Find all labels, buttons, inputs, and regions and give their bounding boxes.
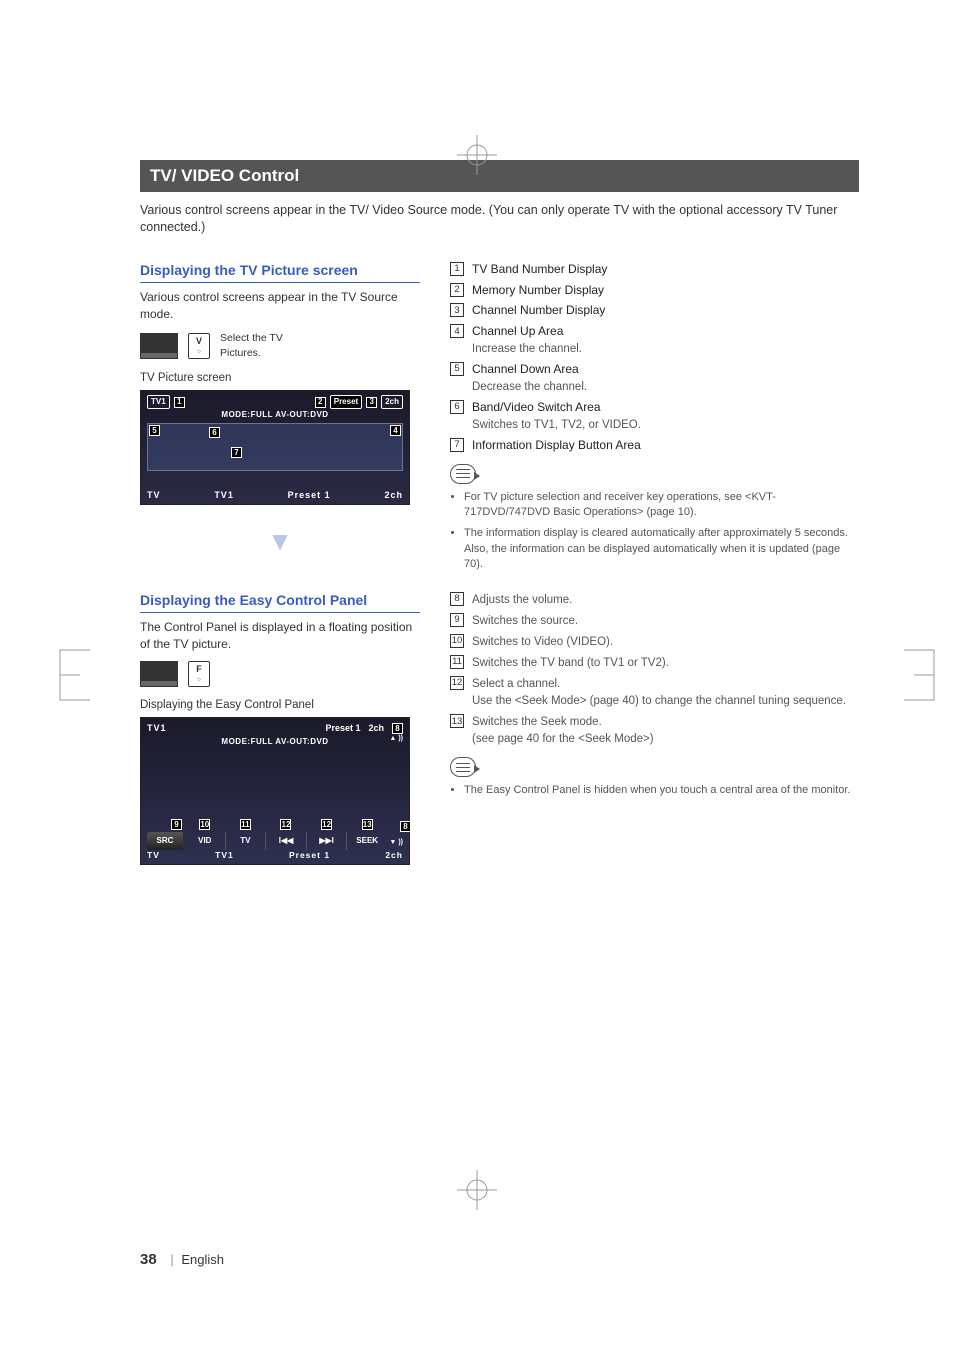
ss-bottom-preset: Preset 1 — [288, 489, 331, 502]
monitor-icon-2 — [140, 661, 178, 687]
crop-mark-top — [457, 135, 497, 175]
ss2-bot-ch: 2ch — [385, 850, 403, 862]
item13-title: Switches the Seek mode. — [472, 716, 602, 728]
callout-11-icon: 11 — [240, 819, 251, 830]
ss-touch-area — [147, 423, 403, 471]
ss2-bot-preset: Preset 1 — [289, 850, 330, 862]
step-text-line2: Pictures. — [220, 346, 283, 361]
item12-title: Select a channel. — [472, 678, 560, 690]
intro-text: Various control screens appear in the TV… — [140, 202, 859, 237]
item10-title: Switches to Video (VIDEO). — [472, 636, 613, 648]
callout-list-1: 1TV Band Number Display 2Memory Number D… — [450, 261, 859, 579]
item7-title: Information Display Button Area — [472, 438, 641, 452]
callout-4-icon: 4 — [390, 425, 401, 436]
ss-bottom-tv: TV — [147, 489, 161, 502]
v-button-icon: V○ — [188, 333, 210, 359]
info-icon-2 — [450, 757, 476, 777]
item4-sub: Increase the channel. — [472, 343, 582, 355]
item9-title: Switches the source. — [472, 615, 578, 627]
ss-mode-line: MODE:FULL AV-OUT:DVD — [221, 409, 328, 420]
screenshot2-caption: Displaying the Easy Control Panel — [140, 697, 420, 713]
callout-6-icon: 6 — [209, 427, 220, 438]
ss2-src-btn: SRC — [147, 832, 183, 850]
section-easy-control: Displaying the Easy Control Panel The Co… — [140, 591, 420, 865]
ss2-vid-btn: VID — [198, 835, 211, 846]
easy-control-screenshot: TV1 Preset 1 2ch 8 MODE:FULL AV-OUT:DVD … — [140, 717, 410, 865]
ss2-top-ch: 2ch — [368, 722, 384, 735]
ss-preset-label: Preset — [330, 395, 362, 408]
section-header: TV/ VIDEO Control — [140, 160, 859, 192]
item4-title: Channel Up Area — [472, 324, 563, 338]
crop-mark-left — [55, 645, 95, 705]
note1-bullet1: For TV picture selection and receiver ke… — [464, 490, 859, 521]
callout-8a-icon: 8 — [392, 723, 403, 734]
note1-bullet2: The information display is cleared autom… — [464, 526, 859, 572]
ss2-top-preset: Preset 1 — [325, 722, 360, 735]
ss2-vol-up: ▲ )) — [389, 734, 403, 744]
callout-12b-icon: 12 — [321, 819, 332, 830]
callout-10-icon: 10 — [199, 819, 210, 830]
callout-13-icon: 13 — [362, 819, 373, 830]
step-text-line1: Select the TV — [220, 331, 283, 346]
callout-9-icon: 9 — [171, 819, 182, 830]
step-easy-control: F○ — [140, 661, 420, 687]
item12-sub: Use the <Seek Mode> (page 40) to change … — [472, 695, 846, 707]
ss2-mode-line: MODE:FULL AV-OUT:DVD — [221, 736, 328, 747]
down-arrow-icon: ▼ — [140, 523, 420, 559]
ss2-bot-tv1: TV1 — [215, 850, 234, 862]
ss-tv1-label: TV1 — [147, 395, 170, 408]
item6-sub: Switches to TV1, TV2, or VIDEO. — [472, 419, 641, 431]
callout-8b-icon: 8 — [400, 821, 411, 832]
page-lang: English — [181, 1252, 224, 1267]
crop-mark-bottom — [457, 1170, 497, 1210]
section-tv-picture: Displaying the TV Picture screen Various… — [140, 261, 420, 574]
section2-title: Displaying the Easy Control Panel — [140, 591, 420, 614]
callout-1-icon: 1 — [174, 397, 185, 408]
ss2-next-btn: ▶▶I — [319, 835, 334, 846]
section2-desc: The Control Panel is displayed in a floa… — [140, 619, 420, 653]
ss-bottom-tv1: TV1 — [214, 489, 234, 502]
ss2-tv-btn: TV — [240, 835, 250, 846]
callout-5-icon: 5 — [149, 425, 160, 436]
monitor-icon — [140, 333, 178, 359]
callout-12a-icon: 12 — [280, 819, 291, 830]
callout-list-2: 8Adjusts the volume. 9Switches the sourc… — [450, 591, 859, 805]
ss-bottom-ch: 2ch — [384, 489, 403, 502]
section1-desc: Various control screens appear in the TV… — [140, 289, 420, 323]
ss2-vol-dn: ▼ )) — [389, 838, 403, 848]
item13-sub: (see page 40 for the <Seek Mode>) — [472, 733, 654, 745]
page-number: 38 — [140, 1251, 157, 1268]
item11-title: Switches the TV band (to TV1 or TV2). — [472, 657, 669, 669]
tv-picture-screenshot: TV1 1 2 Preset 3 2ch MODE:FULL AV-OUT:DV… — [140, 390, 410, 505]
ss2-prev-btn: I◀◀ — [279, 835, 294, 846]
ss-ch-label: 2ch — [381, 395, 403, 408]
screenshot1-caption: TV Picture screen — [140, 370, 420, 386]
item5-sub: Decrease the channel. — [472, 381, 587, 393]
section1-title: Displaying the TV Picture screen — [140, 261, 420, 284]
callout-2-icon: 2 — [315, 397, 326, 408]
item6-title: Band/Video Switch Area — [472, 400, 601, 414]
ss2-top-tv1: TV1 — [147, 722, 167, 735]
info-icon — [450, 464, 476, 484]
item5-title: Channel Down Area — [472, 362, 579, 376]
f-button-icon: F○ — [188, 661, 210, 687]
item2-title: Memory Number Display — [472, 283, 604, 297]
note2-bullet1: The Easy Control Panel is hidden when yo… — [464, 783, 859, 798]
item3-title: Channel Number Display — [472, 303, 605, 317]
step-select-tv: V○ Select the TV Pictures. — [140, 331, 420, 360]
item8-title: Adjusts the volume. — [472, 594, 572, 606]
item1-title: TV Band Number Display — [472, 262, 607, 276]
ss2-seek-btn: SEEK — [356, 835, 378, 846]
callout-7-icon: 7 — [231, 447, 242, 458]
callout-3-icon: 3 — [366, 397, 377, 408]
crop-mark-right — [899, 645, 939, 705]
ss2-bot-tv: TV — [147, 850, 160, 862]
page-footer: 38 | English — [140, 1249, 224, 1270]
